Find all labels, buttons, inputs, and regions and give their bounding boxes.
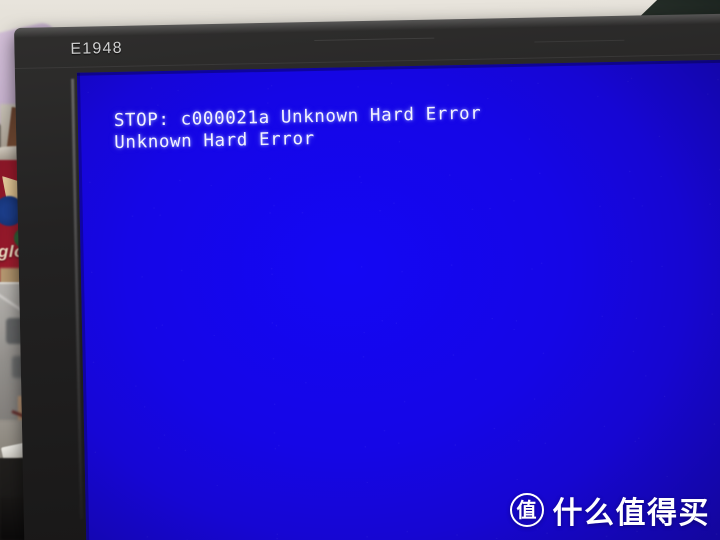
bezel-scratch-b [534,39,625,43]
watermark: 值 什么值得买 [509,488,711,532]
bsod-error-text: STOP: c000021a Unknown Hard Error Unknow… [113,103,482,154]
watermark-label: 什么值得买 [552,496,710,531]
monitor-screen: STOP: c000021a Unknown Hard Error Unknow… [76,58,720,540]
monitor-bezel: E1948 STOP: c000021a Unknown Hard Error … [14,13,720,540]
watermark-logo-icon: 值 [509,493,544,527]
bezel-scratch-a [314,37,435,41]
monitor-model-label: E1948 [70,39,123,58]
photo-scene: gloS E1948 STOP: c000021a Unknown Hard E… [0,0,720,540]
